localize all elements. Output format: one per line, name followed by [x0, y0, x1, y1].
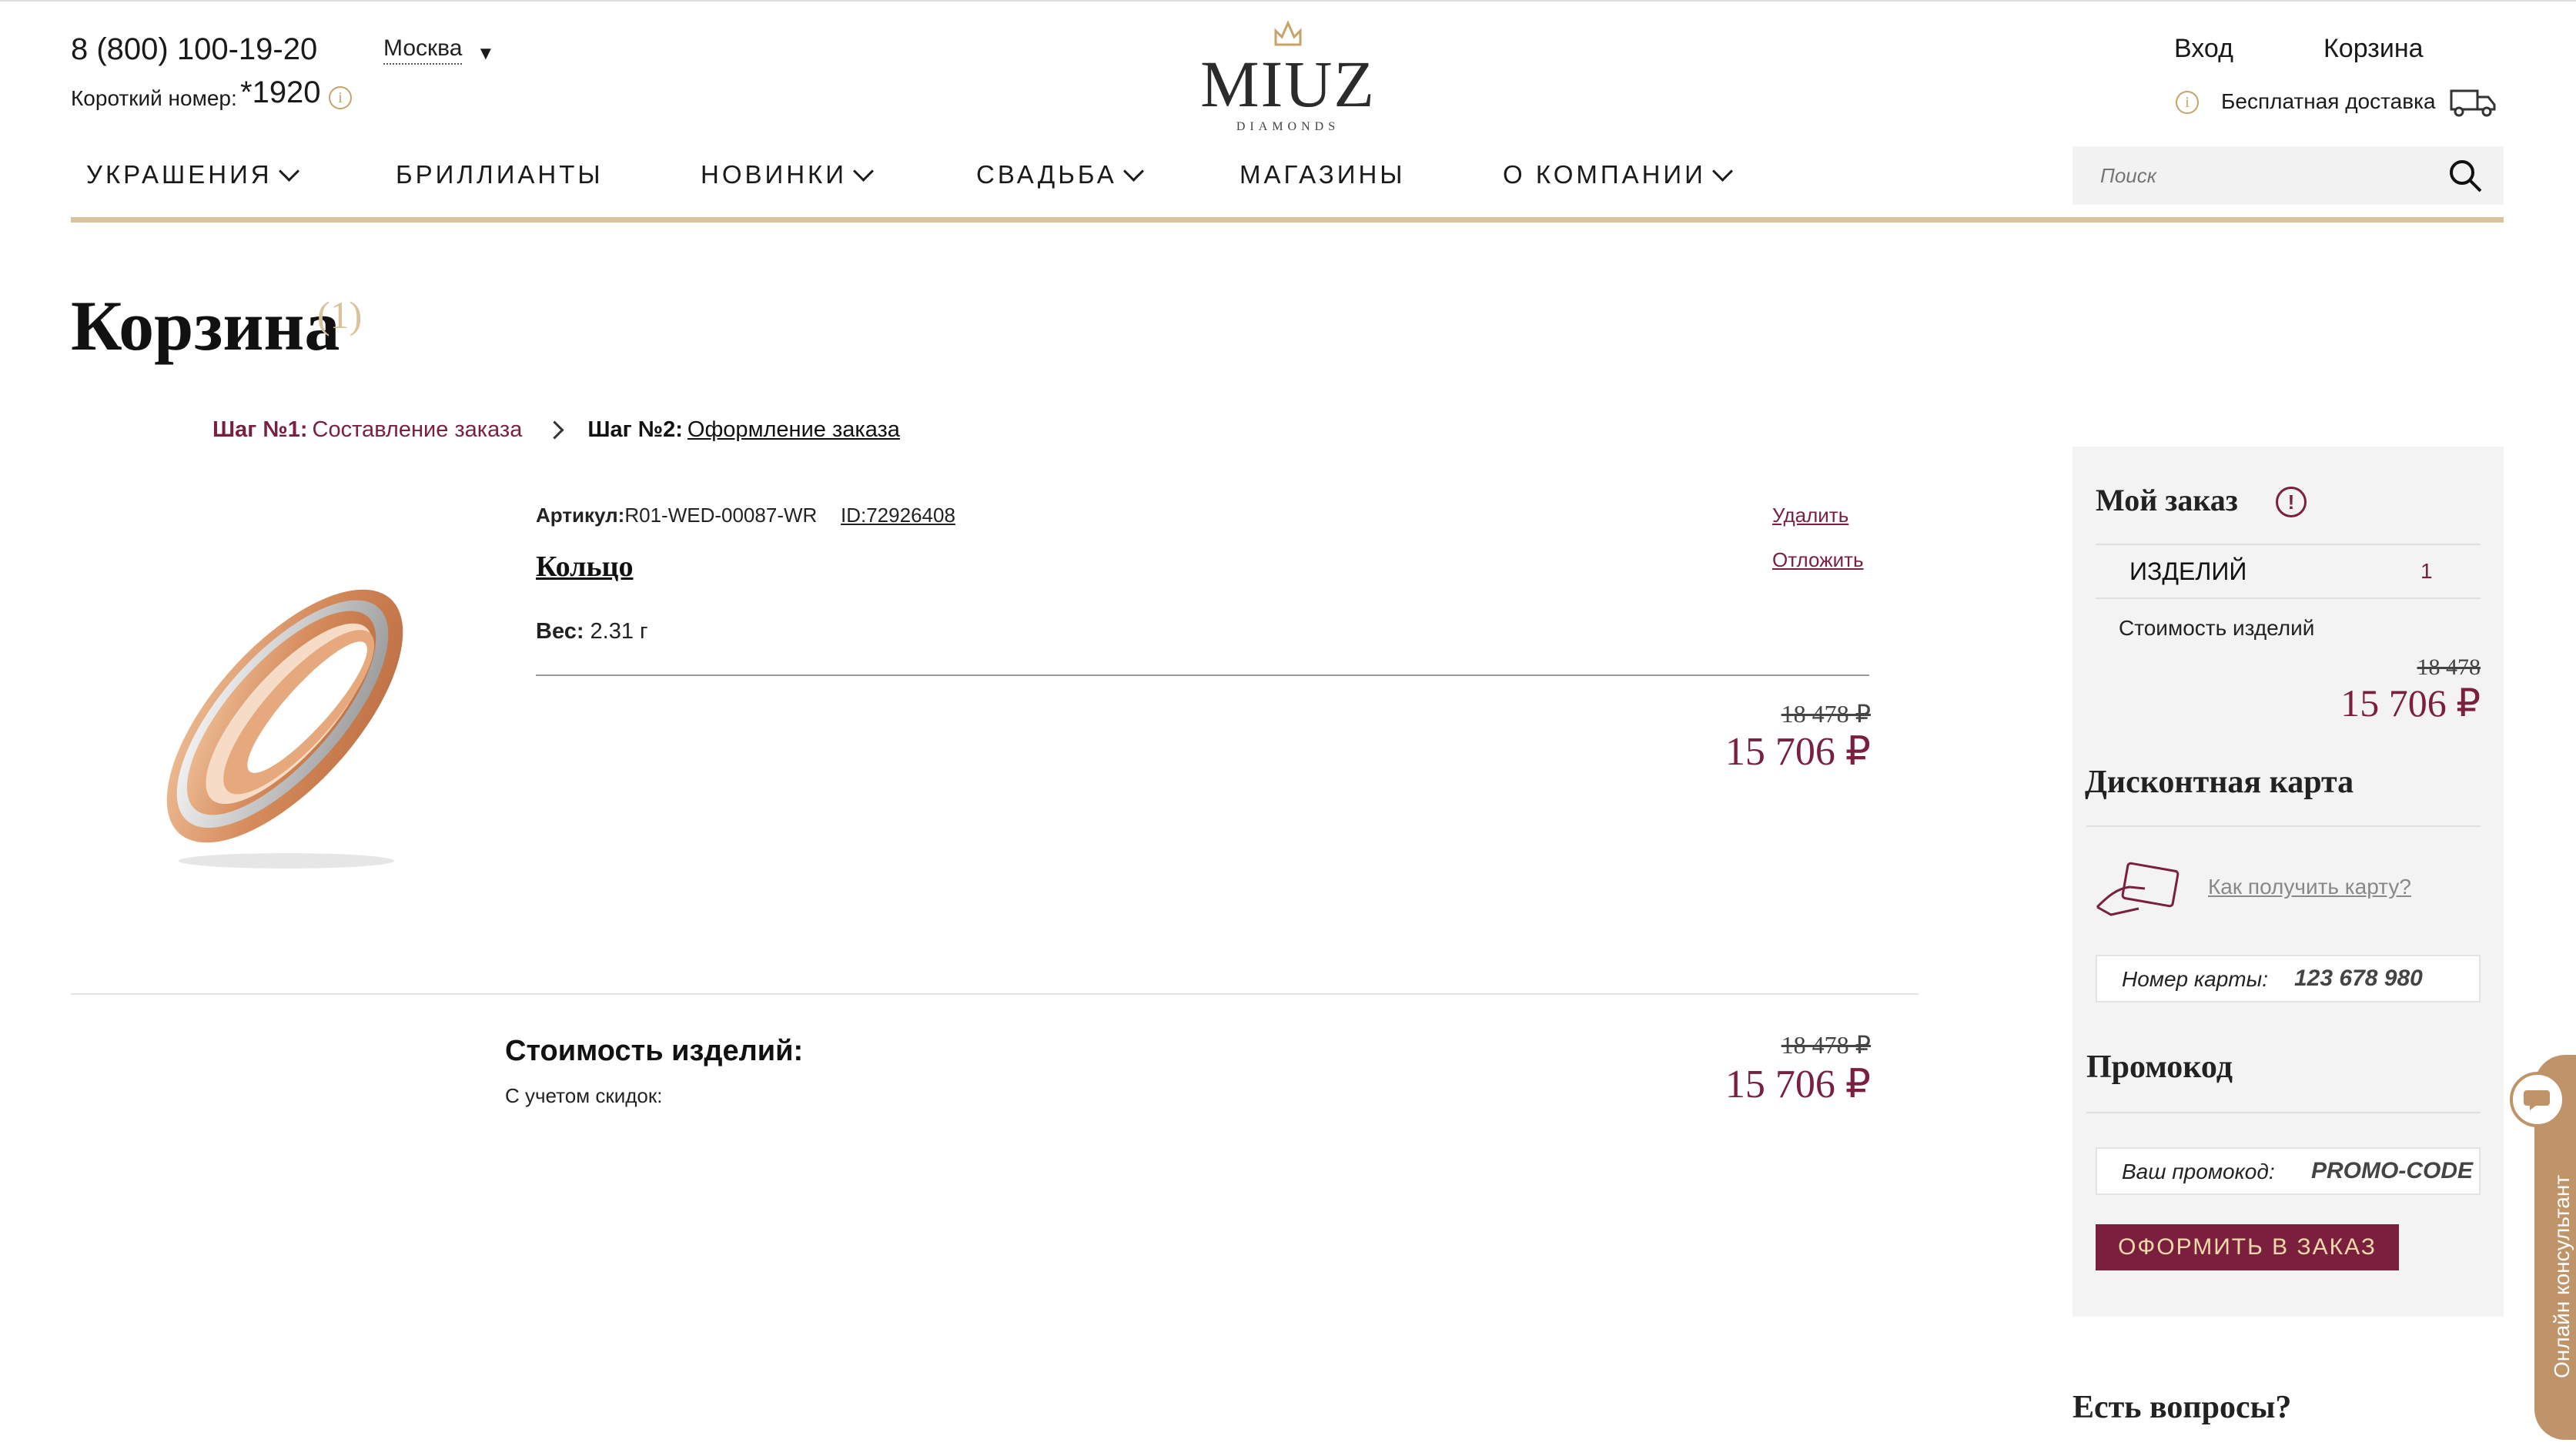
delete-link[interactable]: Удалить — [1772, 504, 1848, 527]
order-steps: Шаг №1: Составление заказа Шаг №2: Оформ… — [212, 417, 900, 443]
sidebar-divider — [2096, 544, 2481, 545]
step2-link[interactable]: Оформление заказа — [687, 417, 900, 443]
product-weight: Вес: 2.31 г — [536, 619, 648, 644]
phone-number[interactable]: 8 (800) 100-19-20 — [71, 32, 317, 67]
item-divider — [536, 674, 1869, 676]
warning-icon[interactable]: ! — [2276, 487, 2307, 517]
search-input[interactable] — [2073, 146, 2439, 205]
login-link[interactable]: Вход — [2174, 34, 2233, 64]
online-consultant-label[interactable]: Онлайн консультант — [2550, 1175, 2574, 1378]
items-count: 1 — [2420, 559, 2433, 583]
summary-note: С учетом скидок: — [505, 1084, 663, 1107]
cart-link[interactable]: Корзина — [2323, 34, 2424, 64]
page-title: Корзина — [71, 286, 340, 365]
short-number-label: Короткий номер: — [71, 86, 237, 110]
nav-label: МАГАЗИНЫ — [1239, 160, 1406, 189]
product-image[interactable] — [115, 554, 454, 878]
info-icon[interactable]: i — [329, 86, 352, 109]
article-label: Артикул: — [536, 504, 625, 527]
promo-label: Ваш промокод: — [2122, 1160, 2275, 1183]
free-delivery-label[interactable]: Бесплатная доставка — [2221, 89, 2436, 114]
search-icon[interactable] — [2447, 157, 2484, 194]
promo-title: Промокод — [2086, 1049, 2233, 1085]
truck-icon — [2450, 89, 2496, 117]
nav-jewelry[interactable]: УКРАШЕНИЯ — [86, 160, 299, 189]
city-selector[interactable]: Москва — [383, 35, 463, 65]
step1-title: Шаг №1: — [212, 417, 308, 442]
sidebar-price: 15 706 ₽ — [2340, 681, 2481, 725]
weight-label: Вес: — [536, 619, 584, 644]
item-price: 15 706 ₽ — [1725, 730, 1871, 774]
postpone-link[interactable]: Отложить — [1772, 548, 1864, 572]
nav-new[interactable]: НОВИНКИ — [701, 160, 874, 189]
nav-label: БРИЛЛИАНТЫ — [396, 160, 604, 189]
card-number-value[interactable]: 123 678 980 — [2294, 966, 2423, 992]
top-border — [0, 0, 2576, 2]
logo-crown-icon — [1274, 20, 1302, 46]
chevron-right-icon — [545, 420, 564, 440]
chevron-down-icon — [1122, 160, 1144, 182]
chat-icon[interactable] — [2510, 1072, 2565, 1127]
card-number-field[interactable]: Номер карты: 123 678 980 — [2096, 955, 2481, 1002]
discount-card-title: Дисконтная карта — [2085, 765, 2354, 800]
cart-count: (1) — [317, 293, 363, 336]
step2-title: Шаг №2: — [587, 417, 683, 442]
weight-value: 2.31 г — [590, 619, 648, 644]
questions-title: Есть вопросы? — [2073, 1390, 2292, 1425]
nav-divider — [71, 217, 2504, 223]
delivery-info-icon[interactable]: i — [2176, 91, 2199, 114]
nav-label: СВАДЬБА — [976, 160, 1117, 189]
search-box — [2073, 146, 2504, 205]
summary-title: Стоимость изделий: — [505, 1035, 804, 1067]
logo-subtitle: DIAMONDS — [1236, 120, 1340, 133]
summary-old-price: 18 478 ₽ — [1781, 1031, 1871, 1059]
promo-value[interactable]: PROMO-CODE — [2311, 1158, 2473, 1184]
nav-diamonds[interactable]: БРИЛЛИАНТЫ — [396, 160, 604, 189]
item-old-price: 18 478 ₽ — [1781, 700, 1871, 728]
logo[interactable]: MIUZ — [1198, 51, 1378, 117]
promo-field[interactable]: Ваш промокод: PROMO-CODE — [2096, 1147, 2481, 1195]
chevron-down-icon — [278, 160, 299, 182]
summary-price: 15 706 ₽ — [1725, 1063, 1871, 1106]
product-name-link[interactable]: Кольцо — [536, 550, 633, 584]
nav-label: НОВИНКИ — [701, 160, 848, 189]
nav-company[interactable]: О КОМПАНИИ — [1503, 160, 1733, 189]
place-order-button[interactable]: ОФОРМИТЬ В ЗАКАЗ — [2096, 1224, 2399, 1270]
product-id-link[interactable]: ID:72926408 — [841, 504, 955, 527]
chevron-down-icon — [1711, 160, 1733, 182]
nav-label: УКРАШЕНИЯ — [86, 160, 273, 189]
card-hand-icon — [2096, 862, 2180, 916]
sidebar-title: Мой заказ — [2096, 483, 2238, 517]
section-divider — [71, 993, 1919, 995]
how-to-get-card-link[interactable]: Как получить карту? — [2208, 875, 2411, 899]
sidebar-divider — [2086, 1112, 2481, 1113]
card-number-label: Номер карты: — [2122, 967, 2268, 991]
article-number: Артикул:R01-WED-00087-WR — [536, 504, 817, 527]
cost-label: Стоимость изделий — [2119, 616, 2315, 640]
sidebar-old-price: 18 478 — [2417, 654, 2481, 680]
article-value: R01-WED-00087-WR — [624, 504, 818, 527]
chevron-down-icon — [853, 160, 874, 182]
short-number: *1920 — [240, 75, 321, 109]
step1-link[interactable]: Составление заказа — [313, 417, 523, 443]
items-label: ИЗДЕЛИЙ — [2129, 557, 2247, 585]
nav-wedding[interactable]: СВАДЬБА — [976, 160, 1144, 189]
nav-stores[interactable]: МАГАЗИНЫ — [1239, 160, 1406, 189]
sidebar-divider — [2086, 825, 2481, 827]
nav-label: О КОМПАНИИ — [1503, 160, 1706, 189]
sidebar-divider — [2096, 597, 2481, 599]
city-dropdown-icon[interactable]: ▼ — [477, 43, 495, 65]
